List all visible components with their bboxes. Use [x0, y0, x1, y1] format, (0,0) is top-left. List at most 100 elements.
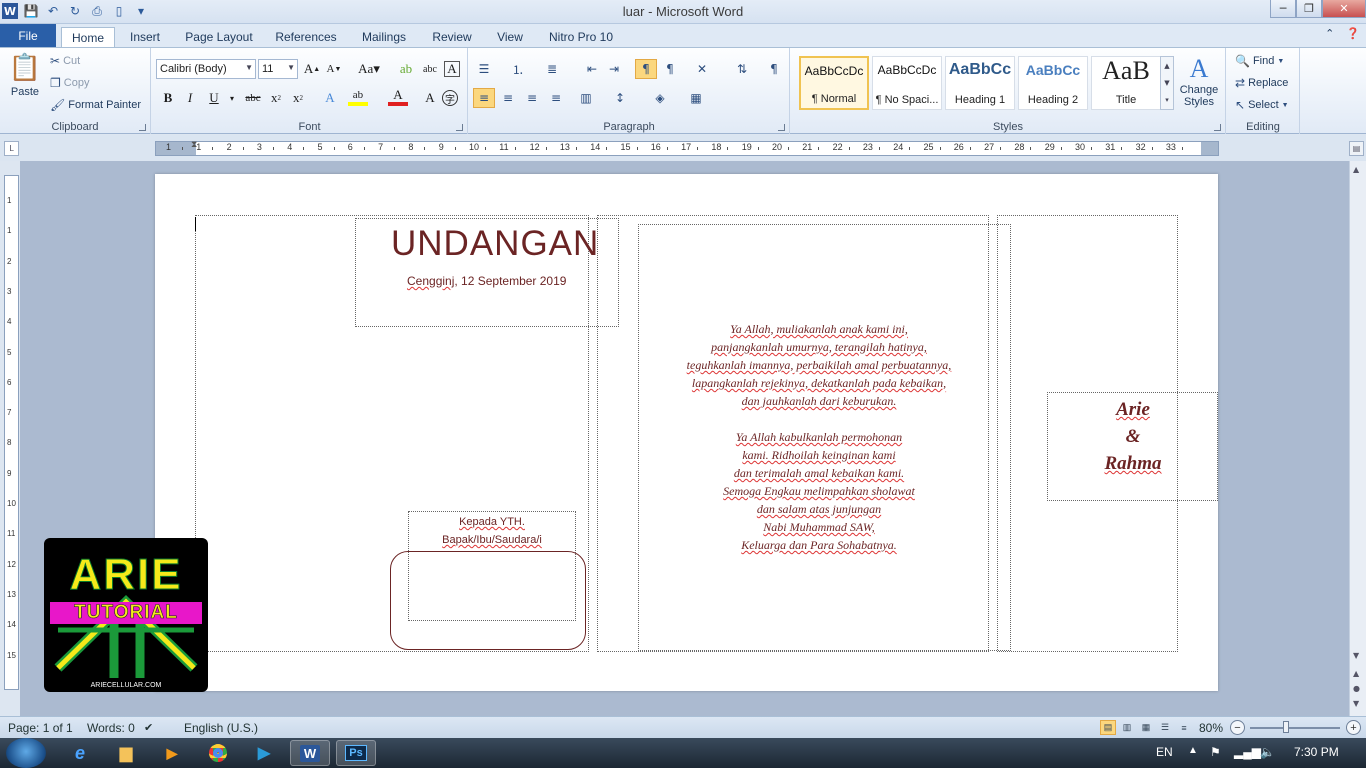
change-case-icon[interactable]: Aa▾: [356, 59, 382, 79]
help-icon[interactable]: ❓: [1346, 27, 1360, 40]
word-count[interactable]: Words: 0: [87, 721, 135, 735]
outline-view-icon[interactable]: ☰: [1157, 720, 1173, 735]
tab-view[interactable]: View: [490, 27, 530, 47]
scroll-down-icon[interactable]: ▼: [1353, 651, 1359, 660]
decrease-indent-icon[interactable]: ⇤: [581, 59, 603, 79]
multilevel-list-icon[interactable]: ≣: [541, 59, 563, 79]
clipboard-launcher-icon[interactable]: [139, 124, 146, 131]
vertical-scrollbar[interactable]: ▲ ▼ ▲ ● ▼: [1349, 161, 1366, 716]
styles-scroll[interactable]: ▲ ▼ ▾: [1160, 56, 1174, 110]
show-paragraph-marks-icon[interactable]: ¶: [763, 59, 785, 79]
align-left-icon[interactable]: ≡: [473, 88, 495, 108]
style-title[interactable]: AaB Title: [1091, 56, 1161, 110]
document-page[interactable]: UNDANGAN Cengginj, 12 September 2019 Ya …: [155, 174, 1218, 691]
style-no-spacing[interactable]: AaBbCcDc ¶ No Spaci...: [872, 56, 942, 110]
style-heading-1[interactable]: AaBbCc Heading 1: [945, 56, 1015, 110]
text-effects-icon[interactable]: A: [320, 88, 340, 108]
clock[interactable]: 7:30 PM: [1294, 745, 1339, 759]
maximize-button[interactable]: ❐: [1296, 0, 1322, 18]
show-hidden-icons[interactable]: ▲: [1188, 745, 1198, 756]
italic-icon[interactable]: I: [180, 88, 200, 108]
numbering-icon[interactable]: ⒈: [507, 59, 529, 79]
scroll-down-icon[interactable]: ▼: [1164, 79, 1169, 87]
proofing-icon[interactable]: ✔: [144, 721, 153, 734]
media-player-icon[interactable]: ▶: [152, 740, 192, 766]
character-border-icon[interactable]: A: [444, 61, 460, 77]
video-player-icon[interactable]: ▶: [244, 740, 284, 766]
cut-button[interactable]: ✂ Cut: [50, 54, 80, 68]
indent-marker-icon[interactable]: ⧗: [191, 140, 197, 150]
asian-layout-icon[interactable]: ✕: [691, 59, 713, 79]
action-center-icon[interactable]: ⚑: [1210, 745, 1221, 759]
paragraph-launcher-icon[interactable]: [778, 124, 785, 131]
shrink-font-icon[interactable]: A ▼: [324, 59, 344, 79]
language-indicator[interactable]: English (U.S.): [184, 721, 258, 735]
chrome-icon[interactable]: [198, 740, 238, 766]
horizontal-ruler[interactable]: 1 1 2 3 4 5 6 7 8 9 10 11 12 13 14 15 16 17 18 19 20 21 22 23 24…: [155, 140, 1219, 156]
font-family-select[interactable]: Calibri (Body) ▼: [156, 59, 256, 79]
justify-icon[interactable]: ≡: [545, 88, 567, 108]
scroll-up-icon[interactable]: ▲: [1353, 165, 1359, 174]
photoshop-taskbar-icon[interactable]: Ps: [336, 740, 376, 766]
tab-page-layout[interactable]: Page Layout: [180, 27, 258, 47]
select-button[interactable]: ↖ Select ▼: [1235, 98, 1289, 112]
tab-review[interactable]: Review: [426, 27, 478, 47]
network-icon[interactable]: ▂▄▆: [1234, 745, 1261, 759]
right-to-left-icon[interactable]: ¶: [659, 59, 681, 79]
line-spacing-icon[interactable]: ↕: [609, 88, 631, 108]
bold-icon[interactable]: B: [158, 88, 178, 108]
find-button[interactable]: 🔍 Find ▼: [1235, 54, 1284, 68]
view-ruler-icon[interactable]: ▤: [1349, 141, 1364, 156]
strikethrough-icon[interactable]: abc: [240, 88, 266, 108]
zoom-level[interactable]: 80%: [1199, 721, 1223, 735]
word-taskbar-icon[interactable]: W: [290, 740, 330, 766]
close-button[interactable]: ✕: [1322, 0, 1366, 18]
distributed-icon[interactable]: ▥: [575, 88, 597, 108]
print-layout-icon[interactable]: ▤: [1100, 720, 1116, 735]
borders-icon[interactable]: ▦: [685, 88, 707, 108]
clear-formatting-icon[interactable]: ab: [396, 59, 416, 79]
copy-button[interactable]: ❐ Copy: [50, 76, 89, 90]
paste-button[interactable]: 📋 Paste: [6, 52, 44, 98]
next-page-icon[interactable]: ▼: [1353, 699, 1359, 708]
font-size-select[interactable]: 11 ▼: [258, 59, 298, 79]
input-language[interactable]: EN: [1156, 745, 1173, 759]
address-rounded-box[interactable]: [390, 551, 586, 650]
format-painter-button[interactable]: 🖌 Format Painter: [50, 98, 141, 112]
tab-selector-icon[interactable]: L: [4, 141, 19, 156]
volume-icon[interactable]: 🔈: [1260, 745, 1275, 759]
shading-icon[interactable]: ◈: [649, 88, 671, 108]
start-button[interactable]: [6, 738, 46, 768]
align-right-icon[interactable]: ≡: [521, 88, 543, 108]
file-explorer-icon[interactable]: ▆: [106, 740, 146, 766]
internet-explorer-icon[interactable]: e: [60, 740, 100, 766]
previous-page-icon[interactable]: ▲: [1353, 669, 1359, 678]
tab-nitro-pro[interactable]: Nitro Pro 10: [542, 27, 620, 47]
zoom-slider-thumb[interactable]: [1283, 721, 1289, 733]
scroll-up-icon[interactable]: ▲: [1164, 62, 1169, 70]
minimize-button[interactable]: ─: [1270, 0, 1296, 18]
bullets-icon[interactable]: ☰: [473, 59, 495, 79]
font-launcher-icon[interactable]: [456, 124, 463, 131]
align-center-icon[interactable]: ≡: [497, 88, 519, 108]
tab-home[interactable]: Home: [61, 27, 115, 47]
zoom-out-icon[interactable]: −: [1230, 720, 1245, 735]
styles-launcher-icon[interactable]: [1214, 124, 1221, 131]
subscript-icon[interactable]: x2: [266, 88, 286, 108]
tab-mailings[interactable]: Mailings: [354, 27, 414, 47]
character-shading-icon[interactable]: A: [420, 88, 440, 108]
sort-icon[interactable]: ⇅: [731, 59, 753, 79]
font-color-icon[interactable]: A: [388, 87, 408, 106]
highlight-icon[interactable]: ab: [348, 88, 368, 106]
enclose-characters-icon[interactable]: 字: [442, 90, 458, 106]
page-count[interactable]: Page: 1 of 1: [8, 721, 73, 735]
phonetic-guide-icon[interactable]: abc: [420, 59, 440, 79]
more-styles-icon[interactable]: ▾: [1165, 96, 1169, 104]
underline-dropdown-icon[interactable]: ▾: [222, 88, 242, 108]
style-normal[interactable]: AaBbCcDc ¶ Normal: [799, 56, 869, 110]
minimize-ribbon-icon[interactable]: ⌃: [1325, 27, 1334, 40]
style-heading-2[interactable]: AaBbCc Heading 2: [1018, 56, 1088, 110]
change-styles-button[interactable]: A Change Styles: [1175, 54, 1223, 108]
superscript-icon[interactable]: x2: [288, 88, 308, 108]
tab-references[interactable]: References: [270, 27, 342, 47]
